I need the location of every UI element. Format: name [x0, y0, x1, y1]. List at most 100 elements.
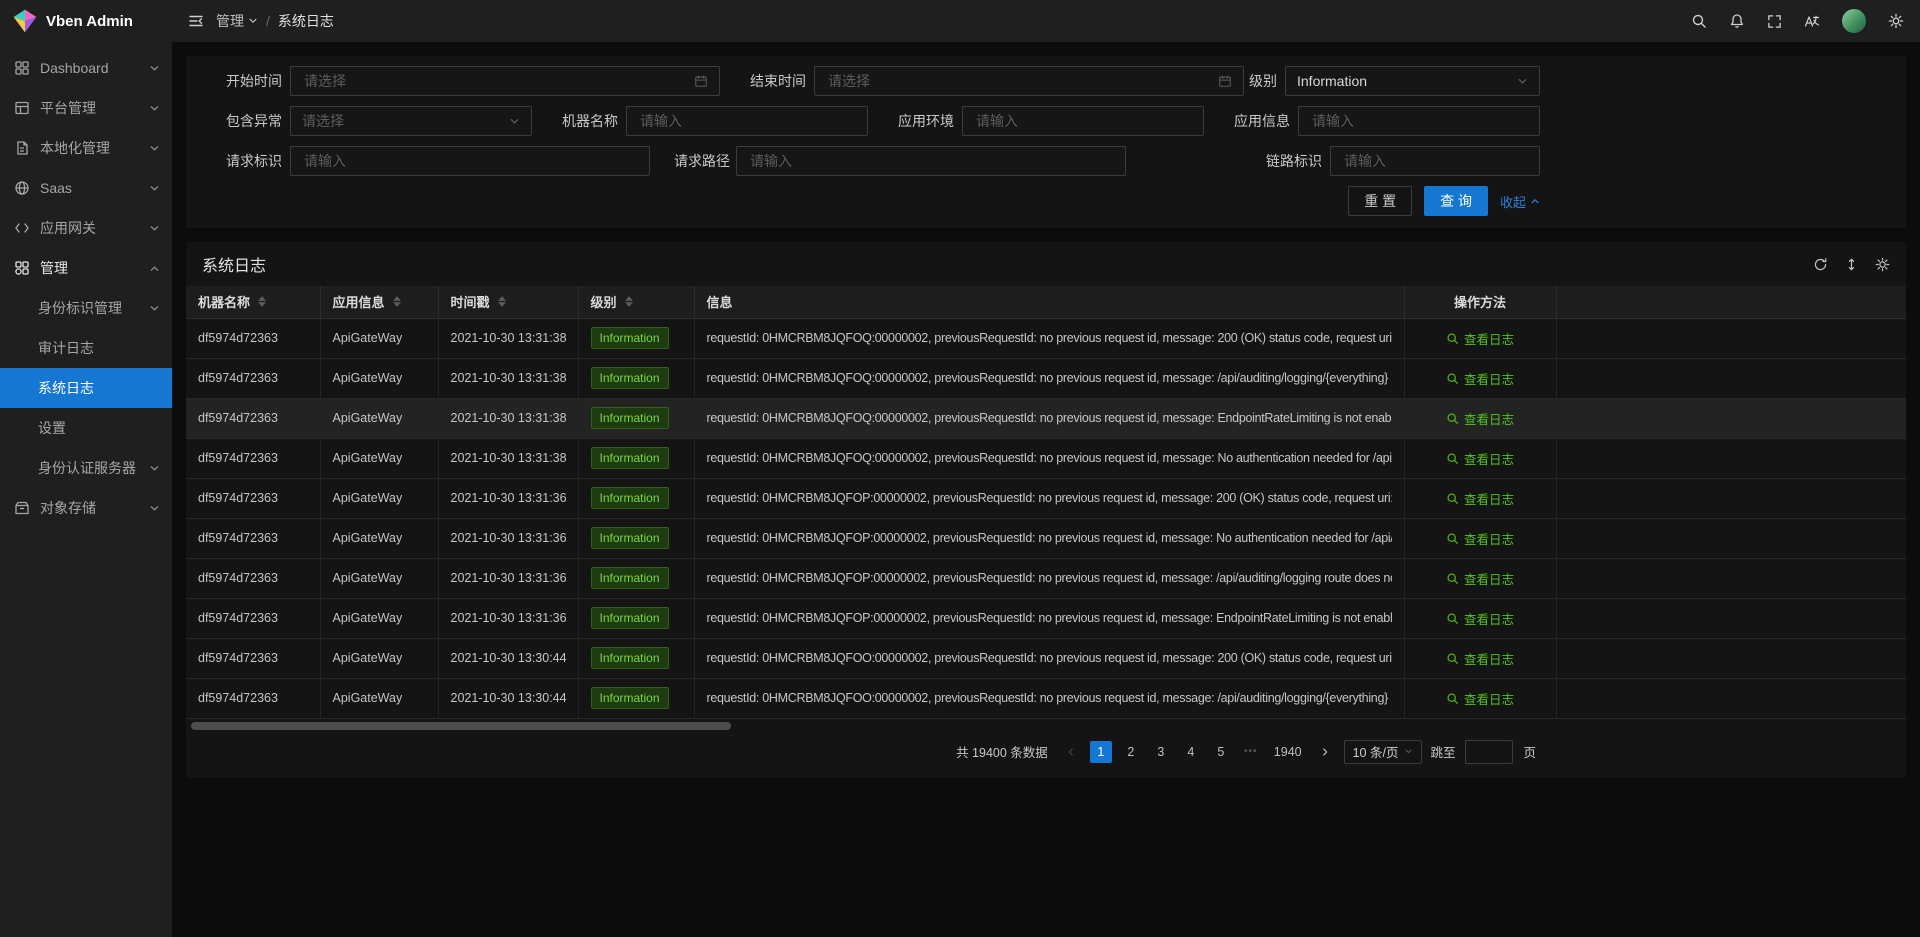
gear-icon[interactable] [1888, 13, 1904, 29]
col-header-timestamp[interactable]: 时间戳 [438, 286, 578, 318]
sidebar-item-dashboard[interactable]: Dashboard [0, 48, 172, 88]
cell-app: ApiGateWay [320, 518, 438, 558]
search-icon[interactable] [1691, 13, 1707, 29]
calendar-icon [694, 74, 708, 88]
sidebar-item-system-log[interactable]: 系统日志 [0, 368, 172, 408]
sidebar-item-label: Saas [40, 180, 139, 196]
sidebar-item-management[interactable]: 管理 [0, 248, 172, 288]
user-avatar[interactable] [1842, 9, 1866, 33]
view-log-link[interactable]: 查看日志 [1446, 649, 1514, 668]
machine-name-field[interactable] [626, 106, 868, 136]
page-number-button[interactable]: 1940 [1270, 741, 1306, 763]
view-log-link[interactable]: 查看日志 [1446, 369, 1514, 388]
col-header-machine[interactable]: 机器名称 [186, 286, 320, 318]
end-time-datepicker[interactable] [814, 66, 1244, 96]
page-jump-input[interactable] [1465, 740, 1513, 764]
start-time-datepicker[interactable] [290, 66, 720, 96]
cell-filler [1556, 478, 1906, 518]
sidebar-item-saas[interactable]: Saas [0, 168, 172, 208]
view-log-link[interactable]: 查看日志 [1446, 449, 1514, 468]
locale-translate-icon[interactable] [1804, 13, 1820, 29]
app-logo[interactable]: Vben Admin [0, 0, 172, 42]
cell-machine: df5974d72363 [186, 478, 320, 518]
log-message: requestId: 0HMCRBM8JQFOQ:00000002, previ… [707, 451, 1392, 465]
breadcrumb-parent[interactable]: 管理 [216, 11, 258, 31]
app-info-input[interactable] [1310, 112, 1528, 130]
next-page-button[interactable] [1314, 741, 1336, 763]
page-size-select[interactable]: 10 条/页 [1344, 740, 1423, 764]
cell-app: ApiGateWay [320, 398, 438, 438]
menu-fold-icon[interactable] [188, 13, 204, 29]
cell-action: 查看日志 [1404, 318, 1556, 358]
column-settings-gear-icon[interactable] [1875, 257, 1890, 272]
cell-action: 查看日志 [1404, 598, 1556, 638]
request-path-input[interactable] [748, 152, 1114, 170]
cell-app: ApiGateWay [320, 678, 438, 718]
environment-field[interactable] [962, 106, 1204, 136]
page-number-button[interactable]: 1 [1090, 741, 1112, 763]
refresh-icon[interactable] [1813, 257, 1828, 272]
magnifier-icon [1446, 372, 1459, 385]
page-number-button[interactable]: 3 [1150, 741, 1172, 763]
fullscreen-icon[interactable] [1767, 14, 1782, 29]
request-path-field[interactable] [736, 146, 1126, 176]
reset-button[interactable]: 重 置 [1348, 186, 1412, 216]
start-time-input[interactable] [302, 72, 694, 90]
level-badge: Information [591, 367, 669, 389]
page-number-button[interactable]: 5 [1210, 741, 1232, 763]
trace-id-input[interactable] [1342, 152, 1528, 170]
chevron-up-icon [149, 263, 160, 274]
exception-select[interactable]: 请选择 [290, 106, 532, 136]
view-log-link[interactable]: 查看日志 [1446, 329, 1514, 348]
horizontal-scrollbar-thumb[interactable] [191, 722, 731, 730]
cell-filler [1556, 518, 1906, 558]
sidebar-item-identity[interactable]: 身份标识管理 [0, 288, 172, 328]
sidebar-item-platform[interactable]: 平台管理 [0, 88, 172, 128]
request-id-field[interactable] [290, 146, 650, 176]
request-id-input[interactable] [302, 152, 638, 170]
sidebar-item-localization[interactable]: 本地化管理 [0, 128, 172, 168]
col-header-level[interactable]: 级别 [578, 286, 694, 318]
view-log-link[interactable]: 查看日志 [1446, 689, 1514, 708]
level-select[interactable]: Information [1285, 66, 1540, 96]
view-log-link[interactable]: 查看日志 [1446, 609, 1514, 628]
pagination-ellipsis[interactable]: ••• [1240, 741, 1262, 763]
sidebar-item-settings[interactable]: 设置 [0, 408, 172, 448]
log-message: requestId: 0HMCRBM8JQFOO:00000002, previ… [707, 691, 1392, 705]
level-badge: Information [591, 327, 669, 349]
app-info-field[interactable] [1298, 106, 1540, 136]
view-log-link[interactable]: 查看日志 [1446, 569, 1514, 588]
page-number-button[interactable]: 2 [1120, 741, 1142, 763]
management-submenu: 身份标识管理 审计日志 系统日志 设置 身份认证服务器 [0, 288, 172, 488]
row-height-icon[interactable] [1844, 257, 1859, 272]
prev-page-button[interactable] [1060, 741, 1082, 763]
sidebar-menu: Dashboard 平台管理 本地化管理 Saas 应用网关 管理 [0, 42, 172, 528]
trace-id-field[interactable] [1330, 146, 1540, 176]
table-header-row: 机器名称 应用信息 时间戳 级别 信息 操作方法 [186, 286, 1906, 318]
view-log-link[interactable]: 查看日志 [1446, 489, 1514, 508]
cell-timestamp: 2021-10-30 13:31:38 [438, 438, 578, 478]
gateway-icon [14, 220, 30, 236]
cell-filler [1556, 598, 1906, 638]
sidebar-item-object-storage[interactable]: 对象存储 [0, 488, 172, 528]
app-title: Vben Admin [46, 13, 133, 30]
cell-message: requestId: 0HMCRBM8JQFOQ:00000002, previ… [694, 438, 1404, 478]
notification-bell-icon[interactable] [1729, 13, 1745, 29]
magnifier-icon [1446, 492, 1459, 505]
collapse-link[interactable]: 收起 [1500, 192, 1540, 211]
sidebar-item-label: 身份标识管理 [38, 298, 139, 318]
page-number-button[interactable]: 4 [1180, 741, 1202, 763]
sidebar-item-audit-log[interactable]: 审计日志 [0, 328, 172, 368]
col-title: 机器名称 [198, 292, 250, 311]
query-button[interactable]: 查 询 [1424, 186, 1488, 216]
col-title: 时间戳 [451, 292, 490, 311]
machine-name-input[interactable] [638, 112, 856, 130]
end-time-input[interactable] [826, 72, 1218, 90]
view-log-link[interactable]: 查看日志 [1446, 409, 1514, 428]
sidebar-item-label: 对象存储 [40, 498, 139, 518]
view-log-link[interactable]: 查看日志 [1446, 529, 1514, 548]
environment-input[interactable] [974, 112, 1192, 130]
col-header-app[interactable]: 应用信息 [320, 286, 438, 318]
sidebar-item-auth-server[interactable]: 身份认证服务器 [0, 448, 172, 488]
sidebar-item-app-gateway[interactable]: 应用网关 [0, 208, 172, 248]
